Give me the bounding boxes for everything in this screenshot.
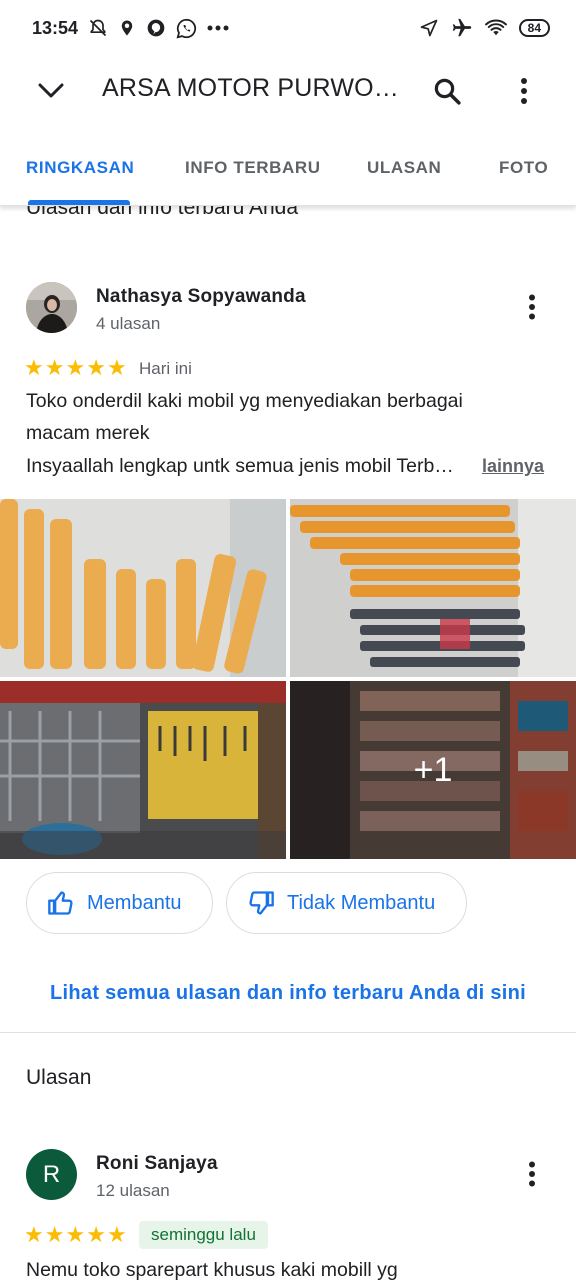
helpful-button[interactable]: Membantu — [26, 872, 213, 934]
star-rating: ★ ★ ★ ★ ★ — [24, 357, 127, 379]
more-vert-icon — [529, 1161, 535, 1187]
status-bar: 13:54 84 — [0, 0, 576, 56]
tab-foto[interactable]: FOTO — [499, 158, 548, 178]
star-icon: ★ — [24, 355, 44, 380]
pinterest-icon — [146, 18, 166, 38]
see-all-reviews-link[interactable]: Lihat semua ulasan dan info terbaru Anda… — [0, 982, 576, 1005]
more-photos-count: +1 — [290, 681, 576, 859]
avatar[interactable]: R — [26, 1149, 77, 1200]
review-text-line: macam merek — [26, 422, 150, 444]
review-photo[interactable] — [0, 681, 286, 859]
search-button[interactable] — [424, 68, 470, 114]
app-bar: ARSA MOTOR PURWOKERTO — [0, 56, 576, 124]
review-date: Hari ini — [139, 359, 192, 378]
star-icon: ★ — [86, 1222, 106, 1247]
active-tab-indicator — [28, 200, 130, 205]
tab-info-terbaru[interactable]: INFO TERBARU — [185, 158, 321, 178]
review-text-line: Nemu toko sparepart khusus kaki mobill y… — [26, 1259, 398, 1280]
location-pin-icon — [118, 18, 136, 38]
star-icon: ★ — [44, 1222, 65, 1247]
avatar[interactable] — [26, 282, 77, 333]
review-text-line: Toko onderdil kaki mobil yg menyediakan … — [26, 390, 463, 412]
navigation-icon — [419, 18, 439, 38]
review-author-name[interactable]: Nathasya Sopyawanda — [96, 286, 306, 308]
thumb-up-icon — [48, 891, 73, 915]
chevron-down-icon — [38, 83, 64, 98]
new-review-badge: seminggu lalu — [139, 1221, 268, 1249]
notifications-off-icon — [88, 18, 108, 38]
star-icon: ★ — [86, 355, 106, 380]
review-menu-button[interactable] — [517, 1154, 547, 1194]
more-link[interactable]: lainnya — [482, 456, 544, 477]
reviews-section-title: Ulasan — [26, 1066, 92, 1089]
tab-ulasan[interactable]: ULASAN — [367, 158, 441, 178]
review-photo[interactable] — [0, 499, 286, 677]
thumb-down-icon — [249, 891, 274, 915]
tab-bar: RINGKASAN INFO TERBARU ULASAN FOTO — [0, 124, 576, 206]
more-notifications-icon — [207, 25, 229, 31]
star-icon: ★ — [65, 1222, 86, 1247]
whatsapp-icon — [176, 18, 197, 39]
review-text-line: Insyaallah lengkap untk semua jenis mobi… — [26, 455, 454, 477]
star-icon: ★ — [106, 1222, 127, 1247]
star-rating: ★ ★ ★ ★ ★ — [24, 1224, 127, 1246]
status-time: 13:54 — [32, 17, 79, 38]
more-vert-icon — [521, 78, 527, 104]
not-helpful-label: Tidak Membantu — [287, 891, 436, 914]
review-menu-button[interactable] — [517, 287, 547, 327]
airplane-mode-icon — [451, 17, 473, 39]
review-author-count: 12 ulasan — [96, 1181, 170, 1200]
more-vert-icon — [529, 294, 535, 320]
star-icon: ★ — [24, 1222, 44, 1247]
wifi-icon — [484, 19, 507, 37]
overflow-menu-button[interactable] — [502, 68, 546, 114]
star-icon: ★ — [106, 355, 127, 380]
not-helpful-button[interactable]: Tidak Membantu — [226, 872, 467, 934]
collapse-button[interactable] — [30, 70, 72, 112]
review-author-name[interactable]: Roni Sanjaya — [96, 1153, 218, 1175]
place-title: ARSA MOTOR PURWOKERTO — [102, 74, 412, 102]
tab-ringkasan[interactable]: RINGKASAN — [26, 158, 134, 178]
battery-indicator: 84 — [518, 19, 550, 37]
search-icon — [434, 78, 461, 105]
review-photo[interactable] — [290, 499, 576, 677]
review-photo-more[interactable]: +1 — [290, 681, 576, 859]
star-icon: ★ — [65, 355, 86, 380]
star-icon: ★ — [44, 355, 65, 380]
section-divider — [0, 1032, 576, 1033]
helpful-label: Membantu — [87, 891, 182, 914]
review-author-count: 4 ulasan — [96, 314, 161, 333]
